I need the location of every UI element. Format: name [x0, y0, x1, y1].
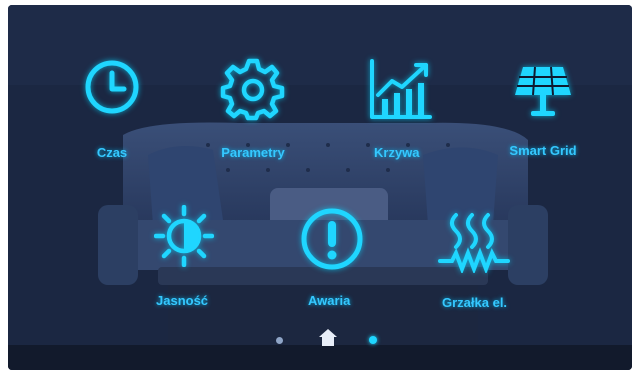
app-label-czas: Czas — [96, 145, 128, 160]
device-frame: Czas Parametry Krzywa Smart Grid Jasność… — [0, 0, 640, 377]
heater-icon — [438, 213, 510, 273]
brightness-icon — [154, 205, 214, 267]
app-label-jasnosc: Jasność — [156, 293, 209, 308]
app-parametry[interactable]: Parametry — [218, 55, 288, 160]
solar-panel-icon — [515, 66, 571, 116]
app-smart-grid[interactable]: Smart Grid — [509, 63, 577, 158]
app-label-awaria: Awaria — [308, 293, 351, 308]
gear-icon — [220, 58, 285, 121]
app-jasnosc[interactable]: Jasność — [154, 205, 214, 308]
page-indicator-dot-active[interactable] — [369, 336, 377, 344]
app-awaria[interactable]: Awaria — [300, 207, 364, 308]
home-screen: Czas Parametry Krzywa Smart Grid Jasność… — [8, 5, 632, 370]
chart-icon — [370, 59, 432, 119]
page-indicator-dot[interactable] — [276, 337, 283, 344]
app-label-grzalka: Grzałka el. — [442, 295, 508, 310]
app-czas[interactable]: Czas — [82, 57, 142, 160]
app-label-krzywa: Krzywa — [374, 145, 420, 160]
app-krzywa[interactable]: Krzywa — [368, 59, 432, 160]
app-grzalka[interactable]: Grzałka el. — [438, 211, 510, 310]
alert-icon — [301, 208, 363, 270]
app-label-smart-grid: Smart Grid — [509, 143, 577, 158]
app-label-parametry: Parametry — [221, 145, 285, 160]
home-icon[interactable] — [318, 328, 338, 348]
clock-icon — [85, 60, 139, 114]
